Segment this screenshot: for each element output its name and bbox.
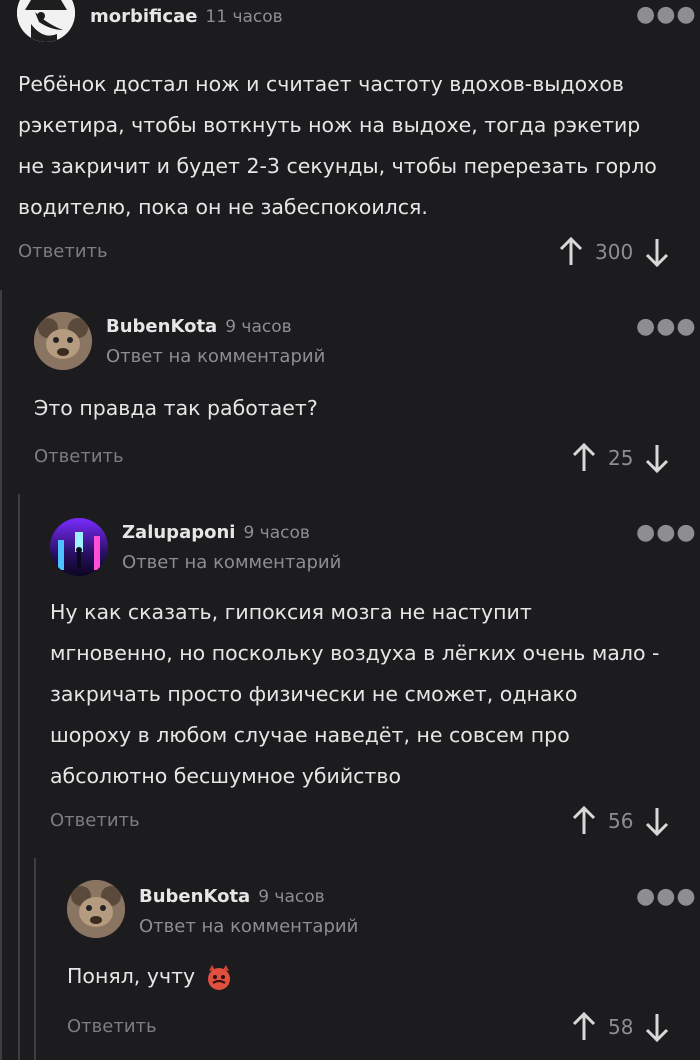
comment-text: Это правда так работает? [34, 396, 318, 420]
comment-time: 11 часов [205, 7, 283, 27]
reply-button[interactable]: Ответить [67, 1016, 157, 1037]
reply-note[interactable]: Ответ на комментарий [106, 346, 325, 367]
author-name[interactable]: BubenKota [106, 316, 217, 337]
arrow-down-icon[interactable] [643, 804, 671, 838]
devil-emoji [205, 963, 233, 991]
comment-time: 9 часов [225, 317, 292, 337]
vote-controls: 25 [570, 441, 671, 475]
arrow-up-icon[interactable] [570, 1010, 598, 1044]
plague-doctor-avatar[interactable] [17, 0, 75, 42]
reply-button[interactable]: Ответить [18, 241, 108, 262]
author-name[interactable]: morbificae [90, 6, 197, 27]
comment-morbificae: morbificae 11 часов ●●● Ребёнок достал но… [0, 0, 700, 290]
comment-text-row: Понял, учту [67, 956, 667, 997]
more-dots-icon[interactable]: ●●● [636, 2, 697, 27]
reply-note[interactable]: Ответ на комментарий [139, 916, 358, 937]
comment-author[interactable]: Zalupaponi 9 часов [122, 522, 310, 543]
comment-zalupaponi: Zalupaponi 9 часов Ответ на комментарий ●… [0, 494, 700, 858]
comment-bubenkota-1: BubenKota 9 часов Ответ на комментарий ●●… [0, 290, 700, 490]
rat-avatar[interactable] [34, 312, 92, 370]
author-name[interactable]: BubenKota [139, 886, 250, 907]
vote-score: 300 [595, 240, 634, 264]
vote-score: 58 [608, 1015, 634, 1039]
reply-button[interactable]: Ответить [50, 810, 140, 831]
arrow-down-icon[interactable] [643, 441, 671, 475]
comment-text: Понял, учту [67, 964, 196, 988]
vote-score: 56 [608, 809, 634, 833]
author-name[interactable]: Zalupaponi [122, 522, 235, 543]
vote-controls: 58 [570, 1010, 671, 1044]
vote-score: 25 [608, 446, 634, 470]
comment-time: 9 часов [243, 523, 310, 543]
neon-city-avatar[interactable] [50, 518, 108, 576]
comment-author[interactable]: BubenKota 9 часов [139, 886, 325, 907]
rat-avatar[interactable] [67, 880, 125, 938]
comment-text: Ребёнок достал нож и считает частоту вдо… [18, 72, 657, 219]
arrow-up-icon[interactable] [570, 804, 598, 838]
more-dots-icon[interactable]: ●●● [636, 520, 697, 545]
arrow-up-icon[interactable] [570, 441, 598, 475]
comment-author[interactable]: BubenKota 9 часов [106, 316, 292, 337]
more-dots-icon[interactable]: ●●● [636, 884, 697, 909]
reply-button[interactable]: Ответить [34, 446, 124, 467]
more-dots-icon[interactable]: ●●● [636, 314, 697, 339]
arrow-down-icon[interactable] [643, 235, 671, 269]
comment-bubenkota-2: BubenKota 9 часов Ответ на комментарий ●●… [0, 858, 700, 1060]
comment-author[interactable]: morbificae 11 часов [90, 6, 283, 27]
comment-time: 9 часов [258, 887, 325, 907]
arrow-up-icon[interactable] [557, 235, 585, 269]
vote-controls: 300 [557, 235, 671, 269]
comment-text: Ну как сказать, гипоксия мозга не наступ… [50, 600, 660, 788]
reply-note[interactable]: Ответ на комментарий [122, 552, 341, 573]
vote-controls: 56 [570, 804, 671, 838]
arrow-down-icon[interactable] [643, 1010, 671, 1044]
